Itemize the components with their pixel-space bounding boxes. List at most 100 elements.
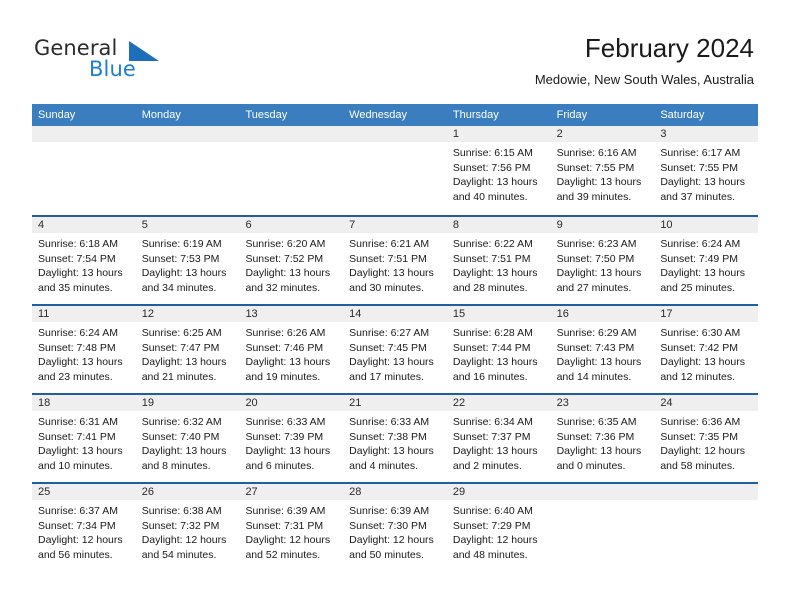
day-cell-18[interactable]: 18 Sunrise: 6:31 AM Sunset: 7:41 PM Dayligh… [32, 395, 136, 482]
day-detail-line: Sunset: 7:46 PM [245, 341, 324, 354]
day-detail-line: Daylight: 12 hours [660, 445, 745, 458]
day-detail-line: Sunset: 7:43 PM [556, 341, 635, 354]
day-detail-line: Daylight: 13 hours [245, 267, 331, 280]
day-cell-empty [135, 126, 240, 215]
day-number [343, 126, 447, 142]
day-detail-line: Sunset: 7:50 PM [556, 252, 635, 265]
day-cell-13[interactable]: 13 Sunrise: 6:26 AM Sunset: 7:46 PM Dayligh… [239, 306, 344, 393]
day-detail-line: and 35 minutes. [38, 281, 113, 294]
day-details: Sunrise: 6:22 AM Sunset: 7:51 PM Daylight:… [447, 233, 551, 295]
day-number: 29 [446, 484, 551, 500]
day-number: 20 [239, 395, 344, 411]
day-cell-5[interactable]: 5 Sunrise: 6:19 AM Sunset: 7:53 PM Daylight… [135, 217, 240, 304]
day-number: 21 [343, 395, 447, 411]
weekday-header-sunday: Sunday [38, 109, 76, 121]
day-cell-23[interactable]: 23 Sunrise: 6:35 AM Sunset: 7:36 PM Dayligh… [550, 395, 655, 482]
day-detail-line: and 56 minutes. [38, 548, 113, 561]
day-detail-line: Sunset: 7:37 PM [452, 430, 531, 443]
day-cell-7[interactable]: 7 Sunrise: 6:21 AM Sunset: 7:51 PM Daylight… [343, 217, 447, 304]
day-detail-line: and 48 minutes. [452, 548, 528, 561]
day-detail-line: Sunset: 7:38 PM [349, 430, 427, 443]
day-number: 16 [550, 306, 655, 322]
day-cell-26[interactable]: 26 Sunrise: 6:38 AM Sunset: 7:32 PM Dayligh… [135, 484, 240, 571]
day-detail-line: Sunrise: 6:35 AM [556, 416, 637, 428]
day-detail-line: Sunset: 7:47 PM [141, 341, 220, 354]
day-cell-4[interactable]: 4 Sunrise: 6:18 AM Sunset: 7:54 PM Daylight… [32, 217, 136, 304]
day-details: Sunrise: 6:34 AM Sunset: 7:37 PM Daylight:… [447, 411, 551, 473]
day-cell-22[interactable]: 22 Sunrise: 6:34 AM Sunset: 7:37 PM Dayligh… [446, 395, 551, 482]
day-cell-15[interactable]: 15 Sunrise: 6:28 AM Sunset: 7:44 PM Dayligh… [446, 306, 551, 393]
day-details [239, 142, 343, 146]
day-detail-line: Daylight: 13 hours [556, 176, 642, 189]
day-detail-line: and 16 minutes. [452, 370, 528, 383]
weekday-header-thursday: Thursday [452, 109, 499, 121]
calendar-weeks: 1 Sunrise: 6:15 AM Sunset: 7:56 PM Daylight… [32, 126, 759, 571]
day-cell-20[interactable]: 20 Sunrise: 6:33 AM Sunset: 7:39 PM Dayligh… [239, 395, 344, 482]
day-detail-line: Sunrise: 6:33 AM [349, 416, 430, 428]
day-cell-28[interactable]: 28 Sunrise: 6:39 AM Sunset: 7:30 PM Dayligh… [343, 484, 447, 571]
day-detail-line: Sunset: 7:30 PM [349, 519, 427, 532]
day-details [654, 500, 758, 504]
day-cell-6[interactable]: 6 Sunrise: 6:20 AM Sunset: 7:52 PM Daylight… [239, 217, 344, 304]
day-detail-line: and 19 minutes. [245, 370, 321, 383]
day-detail-line: Sunset: 7:48 PM [38, 341, 116, 354]
day-number: 7 [343, 217, 447, 233]
day-detail-line: Sunrise: 6:29 AM [556, 327, 637, 339]
day-detail-line: and 17 minutes. [349, 370, 424, 383]
day-cell-12[interactable]: 12 Sunrise: 6:25 AM Sunset: 7:47 PM Dayligh… [135, 306, 240, 393]
brand-logo[interactable]: General Blue [34, 36, 244, 88]
day-detail-line: Daylight: 13 hours [349, 445, 434, 458]
day-detail-line: Daylight: 12 hours [38, 534, 123, 547]
day-detail-line: Sunrise: 6:19 AM [141, 238, 222, 250]
day-cell-8[interactable]: 8 Sunrise: 6:22 AM Sunset: 7:51 PM Daylight… [446, 217, 551, 304]
day-detail-line: Sunset: 7:55 PM [556, 161, 635, 174]
day-cell-25[interactable]: 25 Sunrise: 6:37 AM Sunset: 7:34 PM Dayligh… [32, 484, 136, 571]
weekday-header-saturday: Saturday [660, 109, 705, 121]
day-details: Sunrise: 6:19 AM Sunset: 7:53 PM Daylight:… [136, 233, 240, 295]
day-cell-14[interactable]: 14 Sunrise: 6:27 AM Sunset: 7:45 PM Dayligh… [343, 306, 447, 393]
page-subtitle: Medowie, New South Wales, Australia [534, 72, 754, 87]
day-cell-21[interactable]: 21 Sunrise: 6:33 AM Sunset: 7:38 PM Dayligh… [343, 395, 447, 482]
day-cell-27[interactable]: 27 Sunrise: 6:39 AM Sunset: 7:31 PM Dayligh… [239, 484, 344, 571]
day-details [551, 500, 655, 504]
day-cell-19[interactable]: 19 Sunrise: 6:32 AM Sunset: 7:40 PM Dayligh… [135, 395, 240, 482]
day-detail-line: Sunrise: 6:27 AM [349, 327, 430, 339]
day-detail-line: and 40 minutes. [452, 190, 528, 203]
day-detail-line: Sunrise: 6:40 AM [452, 505, 533, 517]
day-number: 2 [550, 126, 655, 142]
day-details: Sunrise: 6:40 AM Sunset: 7:29 PM Daylight:… [447, 500, 551, 562]
day-details: Sunrise: 6:18 AM Sunset: 7:54 PM Daylight:… [32, 233, 136, 295]
day-detail-line: Daylight: 13 hours [349, 356, 434, 369]
day-cell-29[interactable]: 29 Sunrise: 6:40 AM Sunset: 7:29 PM Dayligh… [446, 484, 551, 571]
day-number: 25 [32, 484, 136, 500]
day-detail-line: Daylight: 12 hours [245, 534, 331, 547]
day-cell-24[interactable]: 24 Sunrise: 6:36 AM Sunset: 7:35 PM Dayligh… [654, 395, 759, 482]
day-cell-9[interactable]: 9 Sunrise: 6:23 AM Sunset: 7:50 PM Daylight… [550, 217, 655, 304]
day-cell-10[interactable]: 10 Sunrise: 6:24 AM Sunset: 7:49 PM Dayligh… [654, 217, 759, 304]
day-cell-1[interactable]: 1 Sunrise: 6:15 AM Sunset: 7:56 PM Daylight… [446, 126, 551, 215]
day-number: 27 [239, 484, 344, 500]
day-detail-line: Sunset: 7:44 PM [452, 341, 531, 354]
day-detail-line: Sunrise: 6:21 AM [349, 238, 430, 250]
calendar-week-row: 1 Sunrise: 6:15 AM Sunset: 7:56 PM Daylight… [32, 126, 759, 215]
day-number: 8 [446, 217, 551, 233]
day-details: Sunrise: 6:24 AM Sunset: 7:48 PM Daylight:… [32, 322, 136, 384]
day-cell-11[interactable]: 11 Sunrise: 6:24 AM Sunset: 7:48 PM Dayligh… [32, 306, 136, 393]
day-cell-16[interactable]: 16 Sunrise: 6:29 AM Sunset: 7:43 PM Dayligh… [550, 306, 655, 393]
day-cell-3[interactable]: 3 Sunrise: 6:17 AM Sunset: 7:55 PM Daylight… [654, 126, 759, 215]
day-cell-17[interactable]: 17 Sunrise: 6:30 AM Sunset: 7:42 PM Dayligh… [654, 306, 759, 393]
day-detail-line: Sunrise: 6:20 AM [245, 238, 326, 250]
day-cell-2[interactable]: 2 Sunrise: 6:16 AM Sunset: 7:55 PM Daylight… [550, 126, 655, 215]
day-detail-line: Sunset: 7:45 PM [349, 341, 427, 354]
day-number: 24 [654, 395, 759, 411]
day-details: Sunrise: 6:27 AM Sunset: 7:45 PM Daylight:… [343, 322, 447, 384]
day-cell-empty [239, 126, 344, 215]
day-detail-line: Sunrise: 6:26 AM [245, 327, 326, 339]
day-detail-line: and 58 minutes. [660, 459, 736, 472]
day-details: Sunrise: 6:32 AM Sunset: 7:40 PM Daylight:… [136, 411, 240, 473]
day-detail-line: Sunrise: 6:25 AM [141, 327, 222, 339]
calendar-week-row: 18 Sunrise: 6:31 AM Sunset: 7:41 PM Dayligh… [32, 393, 759, 482]
day-detail-line: Sunset: 7:31 PM [245, 519, 324, 532]
day-detail-line: and 54 minutes. [141, 548, 217, 561]
day-detail-line: and 37 minutes. [660, 190, 736, 203]
